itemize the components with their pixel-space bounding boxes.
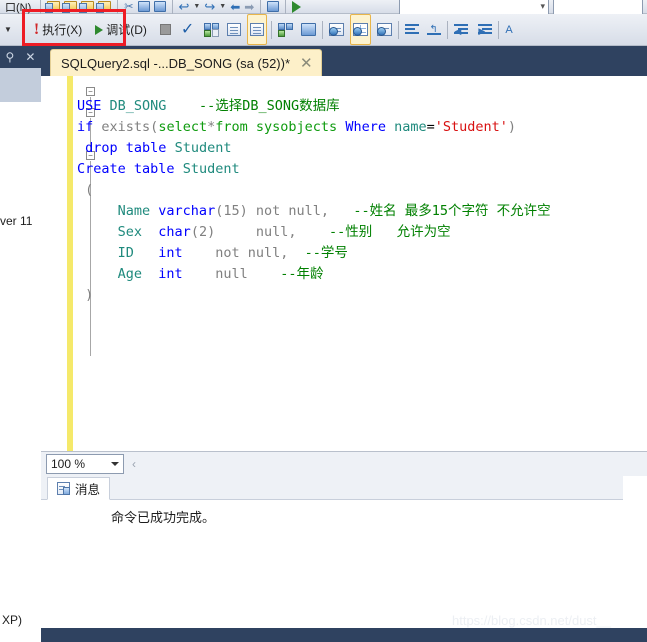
document-tab-strip: SQLQuery2.sql -...DB_SONG (sa (52))* ✕ <box>41 46 647 76</box>
query-editor-window: SQLQuery2.sql -...DB_SONG (sa (52))* ✕ −… <box>41 46 647 642</box>
find-button[interactable]: A <box>503 14 514 45</box>
database-combo-caret[interactable]: ▼ <box>0 14 14 45</box>
cut-icon[interactable]: ✂ <box>122 0 135 13</box>
tab-title: SQLQuery2.sql -...DB_SONG (sa (52))* <box>61 55 291 71</box>
left-dock-panel: ⚲ ✕ ver 11 <box>0 46 41 642</box>
toolbar-separator <box>398 20 400 39</box>
navigate-forward-icon[interactable]: ➡ <box>242 0 256 14</box>
results-right-filler <box>623 476 647 628</box>
results-to-text2-icon <box>377 23 393 36</box>
chevron-down-icon <box>111 462 119 466</box>
new-query-icon[interactable] <box>265 0 281 13</box>
start-debug-icon[interactable] <box>290 0 303 13</box>
redo-dropdown-icon[interactable]: ▼ <box>217 0 228 13</box>
toolbar-separator <box>271 20 273 39</box>
query-options-button[interactable] <box>225 14 243 45</box>
execute-button-label: 执行(X) <box>42 23 83 37</box>
zoom-level-value: 100 % <box>51 457 86 471</box>
tab-messages[interactable]: 消息 <box>47 477 111 500</box>
results-to-file-button[interactable] <box>327 14 346 45</box>
editor-bottom-chrome <box>41 628 647 642</box>
uncomment-lines-icon: ↰ <box>427 24 442 36</box>
debug-button-label: 调试(D) <box>106 23 147 37</box>
menu-item-window-partial[interactable]: 口(N) <box>0 0 36 14</box>
stop-square-icon <box>159 24 171 35</box>
uncomment-lines-button[interactable]: ↰ <box>425 14 443 45</box>
results-tab-label: 消息 <box>75 483 101 497</box>
stop-button[interactable] <box>158 14 173 45</box>
results-to-file-icon <box>329 23 345 36</box>
toolbar-separator <box>498 20 500 39</box>
results-to-text2-button[interactable] <box>375 14 394 45</box>
left-dock-toolbar-area <box>0 68 41 102</box>
object-explorer-tree[interactable]: ver 11 <box>0 102 41 642</box>
toolbar-separator <box>447 20 449 39</box>
change-indicator-bar <box>67 76 73 451</box>
navigate-back-icon[interactable]: ⬅ <box>228 0 242 14</box>
save-all-icon[interactable] <box>96 0 113 13</box>
decrease-indent-icon: ◀ <box>454 23 469 36</box>
results-to-grid-button[interactable] <box>350 14 372 45</box>
ssms-window: 口(N) ✂ ↩ ▼ ↪ ▼ ⬅ ➡ ▾ ▼ ! 执行(X) 调试(D) ✓ ↰… <box>0 0 647 642</box>
estimated-plan-icon <box>204 22 220 37</box>
parse-button[interactable]: ✓ <box>179 14 196 45</box>
decrease-indent-button[interactable]: ◀ <box>452 14 470 45</box>
paste-icon[interactable] <box>152 0 168 13</box>
comment-lines-icon <box>405 23 420 36</box>
include-client-statistics-button[interactable] <box>299 14 318 45</box>
toolbar-separator <box>322 20 324 39</box>
watermark-text: https://blog.csdn.net/dust__ <box>452 613 611 628</box>
client-statistics-icon <box>301 23 317 36</box>
open-file-icon[interactable] <box>79 0 96 13</box>
results-message-text: 命令已成功完成。 <box>111 510 216 525</box>
redo-icon[interactable]: ↪ <box>202 0 217 13</box>
object-explorer-partial-text: ver 11 <box>0 214 33 228</box>
zoom-level-combo[interactable]: 100 % <box>46 454 124 474</box>
undo-dropdown-icon[interactable]: ▼ <box>191 0 202 13</box>
execute-button[interactable]: ! 执行(X) <box>32 14 87 45</box>
results-to-text-icon <box>250 23 265 36</box>
toolbar-main-row: ▼ ! 执行(X) 调试(D) ✓ ↰ ◀ ▶ A <box>0 14 647 46</box>
sql-code-editor[interactable]: − − − USE DB_SONG --选择DB_SONG数据库 if exis… <box>41 76 647 451</box>
checkmark-icon: ✓ <box>180 20 195 38</box>
close-icon[interactable]: ✕ <box>300 56 313 71</box>
copy-icon[interactable] <box>136 0 152 13</box>
increase-indent-button[interactable]: ▶ <box>476 14 494 45</box>
message-icon <box>57 482 70 495</box>
close-icon[interactable]: ✕ <box>25 50 35 64</box>
undo-icon[interactable]: ↩ <box>177 0 192 13</box>
object-explorer-bottom-text: XP) <box>2 613 23 627</box>
results-to-text-button[interactable] <box>247 14 268 45</box>
play-triangle-icon <box>95 24 104 35</box>
menu-window-label: 口(N) <box>5 1 32 14</box>
left-dock-header: ⚲ ✕ <box>0 46 41 68</box>
display-estimated-execution-plan-button[interactable] <box>202 14 221 45</box>
results-tab-bar: 消息 <box>41 476 647 500</box>
horizontal-scroll-left-button[interactable]: ‹ <box>132 457 136 471</box>
actual-plan-icon <box>278 22 294 37</box>
new-project-icon[interactable] <box>45 0 62 13</box>
toolbar-top-row: 口(N) ✂ ↩ ▼ ↪ ▼ ⬅ ➡ ▾ <box>0 0 647 16</box>
debug-button[interactable]: 调试(D) <box>93 14 152 45</box>
include-actual-execution-plan-button[interactable] <box>276 14 295 45</box>
open-project-icon[interactable] <box>62 0 79 13</box>
increase-indent-icon: ▶ <box>478 23 493 36</box>
results-pane: 消息 命令已成功完成。 <box>41 476 647 628</box>
comment-lines-button[interactable] <box>403 14 421 45</box>
tab-sqlquery2[interactable]: SQLQuery2.sql -...DB_SONG (sa (52))* ✕ <box>50 49 322 76</box>
code-text-area[interactable]: USE DB_SONG --选择DB_SONG数据库 if exists(sel… <box>77 96 647 438</box>
query-options-icon <box>227 23 242 36</box>
pin-icon[interactable]: ⚲ <box>6 50 15 64</box>
editor-zoom-bar: 100 % ‹ <box>41 451 647 476</box>
results-to-grid-icon <box>353 23 369 36</box>
